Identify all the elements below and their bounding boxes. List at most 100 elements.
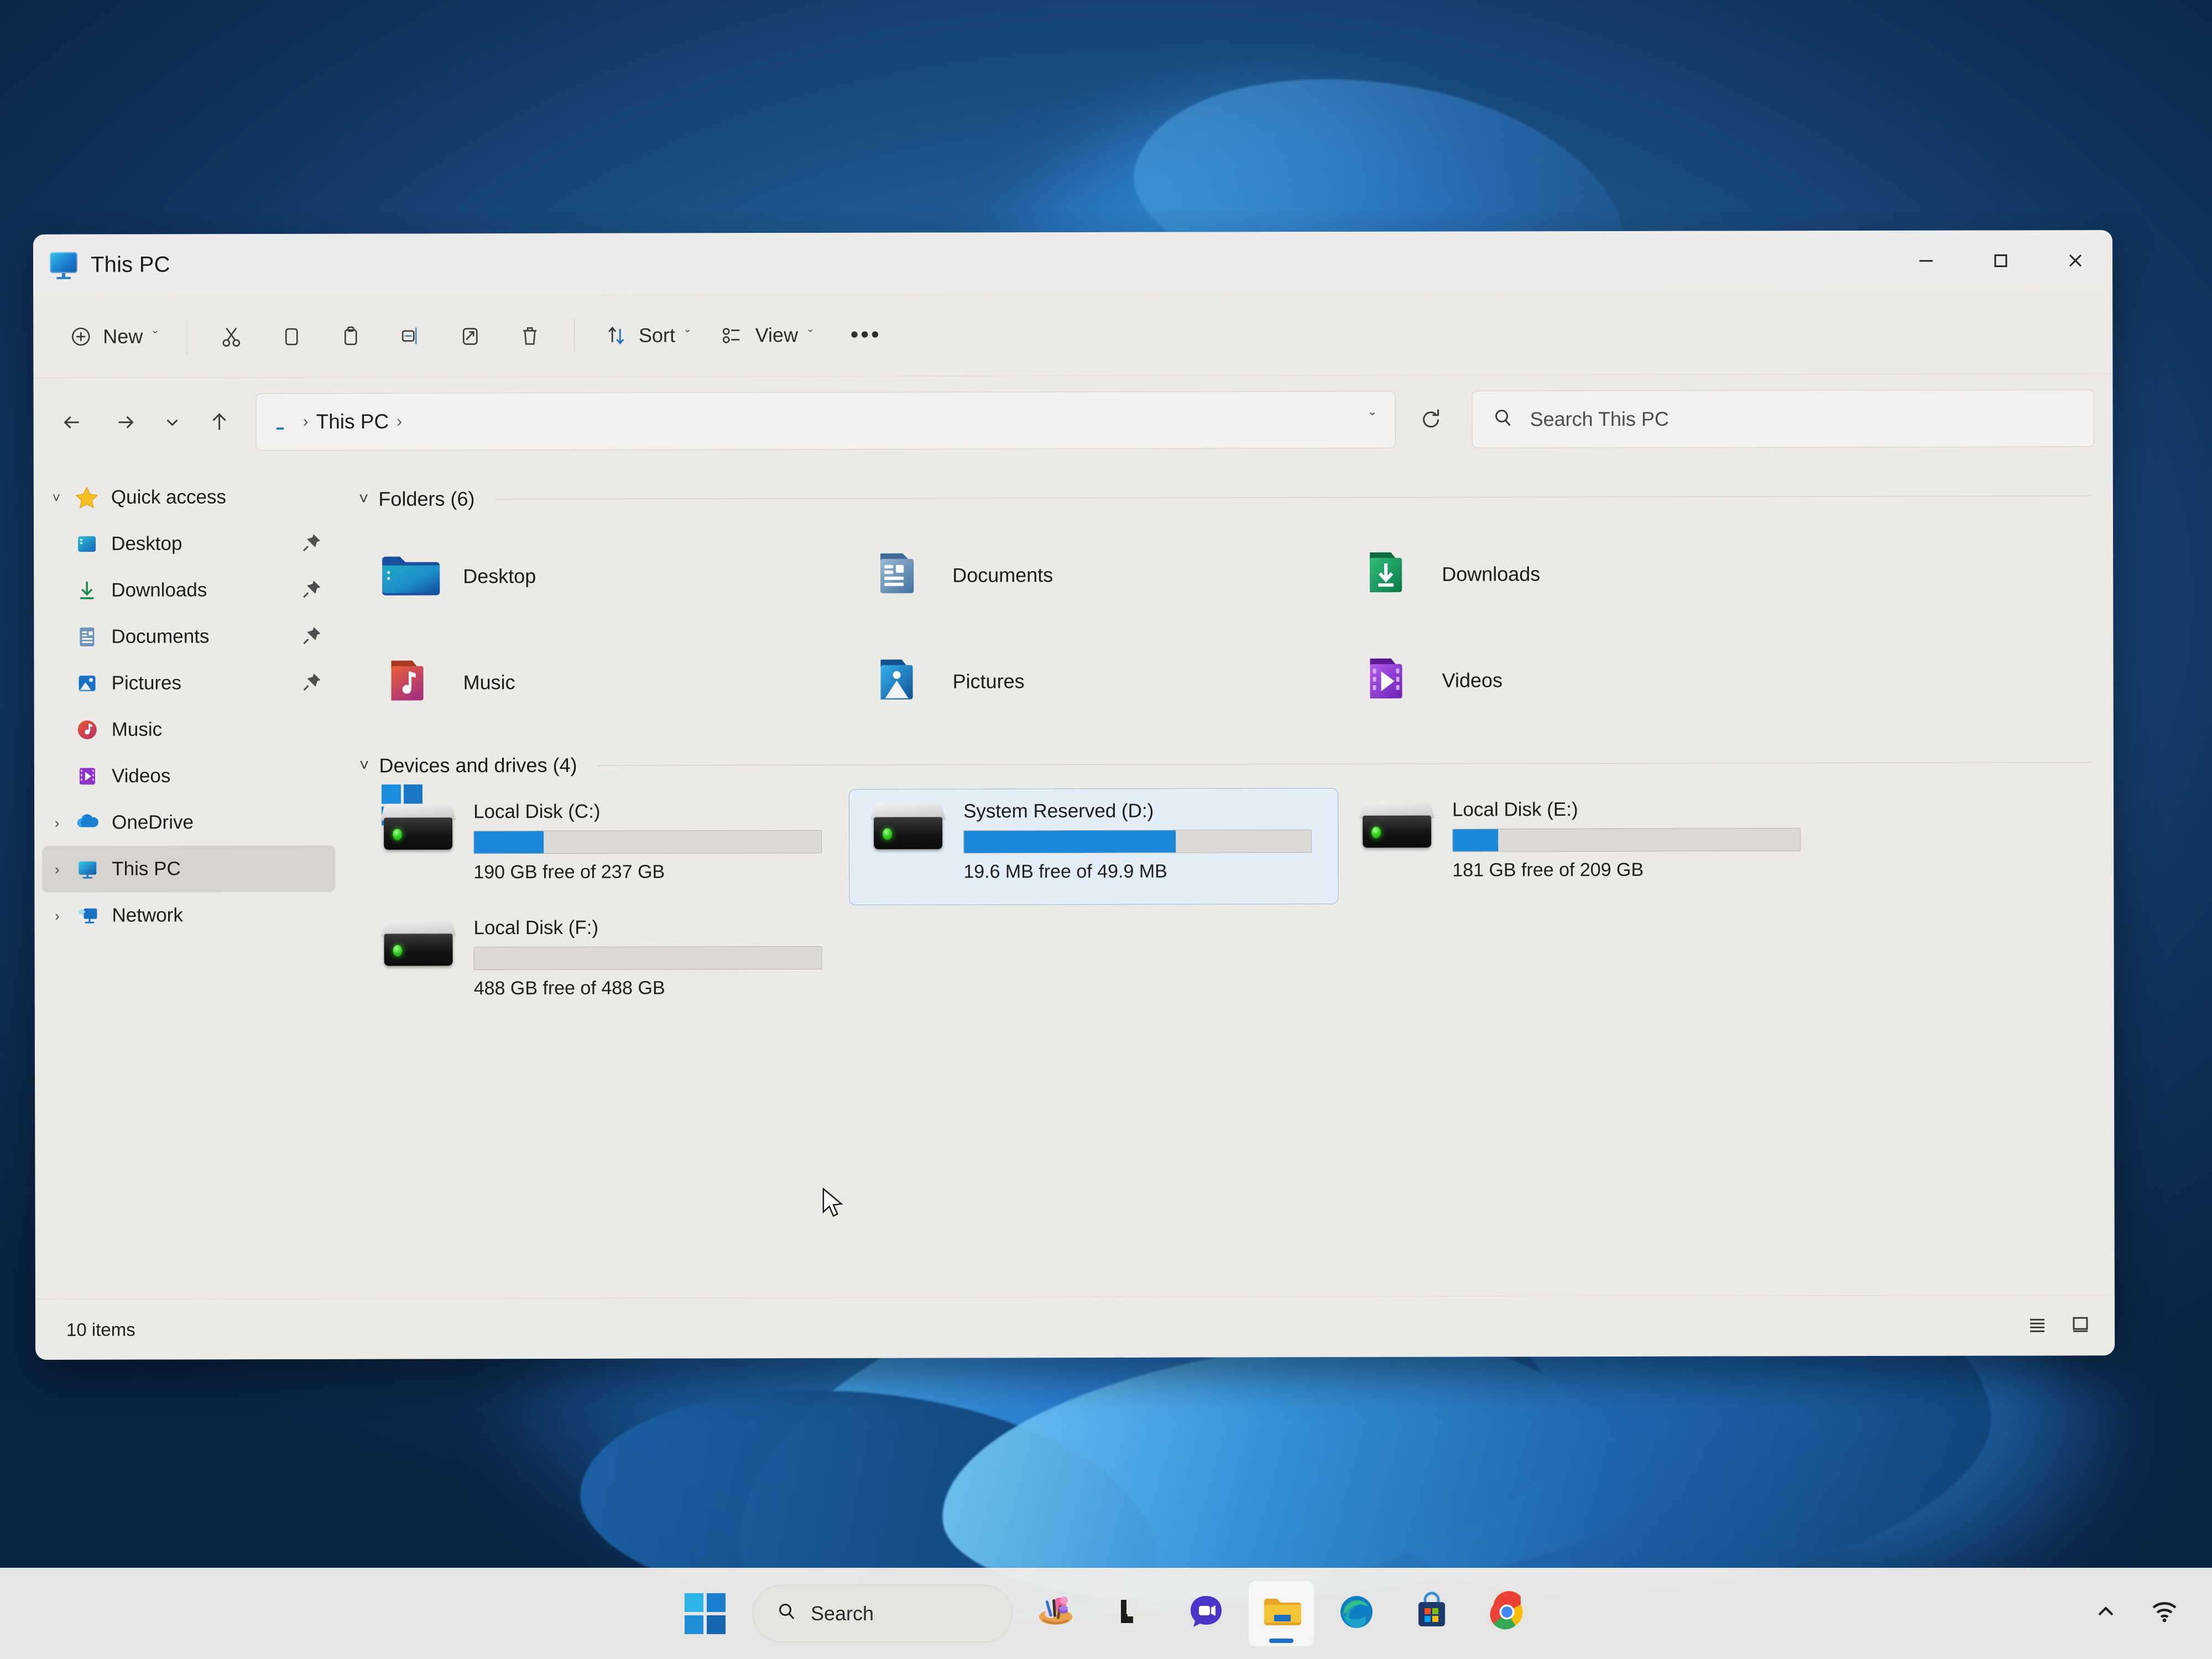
this-pc-monitor-icon — [49, 252, 79, 279]
forward-button[interactable] — [98, 395, 152, 448]
chevron-down-icon[interactable]: ˅ — [41, 489, 71, 506]
folder-name: Videos — [1442, 669, 1503, 692]
new-button[interactable]: New ˇ — [54, 311, 172, 362]
folder-item-desktop[interactable]: Desktop — [359, 523, 848, 630]
cloud-icon — [72, 810, 103, 836]
taskbar-paint-button[interactable] — [1023, 1581, 1088, 1646]
sidebar-item-desktop[interactable]: Desktop — [71, 520, 335, 567]
cut-button[interactable] — [201, 311, 261, 362]
sidebar-item-downloads[interactable]: Downloads — [71, 567, 335, 614]
active-app-indicator — [1269, 1638, 1293, 1643]
folder-item-documents[interactable]: Documents — [848, 521, 1338, 629]
chevron-down-icon[interactable]: ˅ — [359, 490, 369, 508]
address-bar-row: › This PC › ˇ Search This PC — [33, 374, 2112, 467]
sort-button-label: Sort — [638, 324, 676, 347]
details-view-icon[interactable] — [2025, 1312, 2049, 1339]
taskbar-center-group: Search — [667, 1580, 1545, 1646]
folder-item-music[interactable]: Music — [359, 629, 848, 736]
up-one-level-button[interactable] — [192, 395, 246, 448]
scissors-icon — [218, 324, 244, 349]
taskbar-file-explorer-button[interactable] — [1249, 1580, 1314, 1646]
chevron-right-icon[interactable]: › — [42, 861, 72, 878]
group-divider — [494, 495, 2091, 499]
minimize-button[interactable] — [1888, 231, 1963, 291]
file-explorer-window: This PC New ˇ Sort ˇ View ˇ ••• › This P… — [33, 230, 2115, 1360]
chevron-right-icon[interactable]: › — [42, 907, 72, 924]
search-input[interactable]: Search This PC — [1472, 389, 2094, 448]
taskbar-copilot-button[interactable] — [1098, 1581, 1164, 1646]
address-breadcrumb-bar[interactable]: › This PC › ˇ — [255, 390, 1396, 451]
drive-item-local-disk-c[interactable]: Local Disk (C:) 190 GB free of 237 GB — [359, 784, 849, 906]
sidebar-item-quick-access[interactable]: ˅ Quick access — [41, 474, 335, 521]
sidebar-item-documents[interactable]: Documents — [71, 613, 335, 660]
taskbar-search-box[interactable]: Search — [753, 1584, 1013, 1642]
folder-downloads-icon — [1358, 546, 1422, 602]
view-button[interactable]: View ˇ — [705, 309, 827, 360]
folder-item-downloads[interactable]: Downloads — [1338, 520, 1827, 628]
pin-icon[interactable] — [301, 578, 322, 602]
ellipsis-icon: ••• — [850, 321, 881, 347]
sidebar-item-onedrive[interactable]: › OneDrive — [42, 799, 335, 846]
folder-name: Pictures — [952, 670, 1025, 693]
delete-button[interactable] — [500, 310, 560, 361]
sidebar-item-music[interactable]: Music — [72, 706, 335, 753]
folders-group-title: Folders (6) — [378, 487, 475, 510]
share-icon — [457, 323, 483, 348]
drive-name: Local Disk (F:) — [473, 916, 599, 939]
taskbar: Search — [0, 1568, 2212, 1659]
recent-locations-button[interactable] — [152, 395, 192, 448]
folder-desktop-icon — [379, 549, 443, 604]
back-button[interactable] — [45, 396, 98, 449]
refresh-button[interactable] — [1404, 393, 1457, 446]
folder-name: Downloads — [1442, 562, 1541, 586]
pin-icon[interactable] — [301, 531, 322, 555]
paste-button[interactable] — [321, 310, 380, 361]
sidebar-item-this-pc[interactable]: › This PC — [42, 845, 336, 893]
rename-icon — [397, 323, 424, 348]
rename-button[interactable] — [380, 310, 440, 361]
folder-item-videos[interactable]: Videos — [1338, 627, 1827, 734]
paste-icon — [338, 323, 363, 348]
more-options-button[interactable]: ••• — [827, 309, 905, 360]
sidebar-item-label: OneDrive — [112, 811, 194, 833]
share-button[interactable] — [440, 310, 500, 361]
sidebar-item-label: Network — [112, 904, 183, 926]
drive-item-local-disk-f[interactable]: Local Disk (F:) 488 GB free of 488 GB — [359, 905, 849, 1022]
drive-item-system-reserved-d[interactable]: System Reserved (D:) 19.6 MB free of 49.… — [848, 787, 1339, 905]
chevron-down-icon[interactable]: ˅ — [359, 757, 369, 775]
taskbar-chrome-button[interactable] — [1474, 1581, 1540, 1646]
this-pc-icon — [72, 857, 103, 882]
drive-item-local-disk-e[interactable]: Local Disk (E:) 181 GB free of 209 GB — [1338, 787, 1828, 904]
navigation-pane: ˅ Quick access Desktop Downloads Documen… — [34, 466, 345, 1299]
drives-group-title: Devices and drives (4) — [379, 753, 577, 777]
sidebar-item-label: Quick access — [111, 486, 227, 508]
status-bar: 10 items — [35, 1295, 2115, 1360]
taskbar-edge-button[interactable] — [1324, 1581, 1389, 1646]
start-button[interactable] — [672, 1581, 738, 1646]
folder-item-pictures[interactable]: Pictures — [848, 628, 1338, 735]
sidebar-item-label: Downloads — [111, 579, 207, 601]
drives-group-header[interactable]: ˅ Devices and drives (4) — [359, 742, 2091, 786]
taskbar-chat-button[interactable] — [1173, 1581, 1239, 1646]
folder-videos-icon — [1358, 653, 1422, 708]
wifi-icon[interactable] — [2150, 1598, 2179, 1629]
drive-usage-bar — [1452, 828, 1801, 852]
close-button[interactable] — [2038, 230, 2112, 291]
breadcrumb-this-pc[interactable]: This PC — [316, 410, 389, 434]
sidebar-item-videos[interactable]: Videos — [72, 753, 335, 800]
sort-button[interactable]: Sort ˇ — [589, 310, 705, 361]
address-dropdown-chevron-icon[interactable]: ˇ — [1364, 410, 1381, 429]
chevron-right-icon[interactable]: › — [42, 815, 72, 831]
maximize-button[interactable] — [1963, 230, 2038, 291]
chevron-up-icon[interactable] — [2093, 1599, 2119, 1628]
taskbar-microsoft-store-button[interactable] — [1399, 1581, 1464, 1646]
sidebar-item-network[interactable]: › Network — [42, 892, 335, 939]
copy-button[interactable] — [261, 310, 321, 361]
sidebar-item-pictures[interactable]: Pictures — [71, 660, 335, 707]
folders-group-header[interactable]: ˅ Folders (6) — [359, 476, 2091, 519]
large-icons-view-icon[interactable] — [2068, 1312, 2093, 1339]
hard-drive-icon — [1358, 796, 1436, 853]
pin-icon[interactable] — [301, 624, 322, 648]
pin-icon[interactable] — [302, 671, 323, 695]
search-icon — [1491, 406, 1516, 433]
